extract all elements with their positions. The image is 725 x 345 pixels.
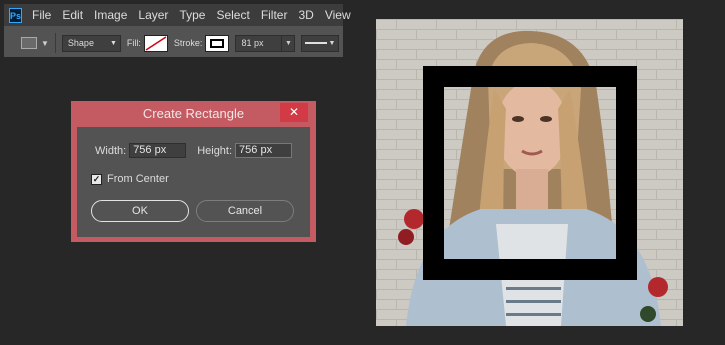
width-label: Width: bbox=[95, 144, 127, 157]
chevron-down-icon[interactable]: ▼ bbox=[282, 34, 296, 52]
ok-button[interactable]: OK bbox=[91, 200, 189, 222]
menu-filter[interactable]: Filter bbox=[261, 8, 288, 22]
tool-mode-value: Shape bbox=[67, 38, 94, 48]
photoshop-toolbar: Ps File Edit Image Layer Type Select Fil… bbox=[4, 4, 351, 57]
divider bbox=[54, 33, 56, 53]
menu-bar: Ps File Edit Image Layer Type Select Fil… bbox=[4, 4, 351, 26]
create-rectangle-dialog: Create Rectangle ✕ Width: 756 px Height:… bbox=[71, 101, 316, 242]
rectangle-tool-icon[interactable] bbox=[21, 37, 37, 49]
chevron-down-icon[interactable]: ▼ bbox=[41, 39, 49, 48]
no-fill-icon bbox=[145, 35, 167, 51]
height-label: Height: bbox=[197, 144, 233, 157]
menu-3d[interactable]: 3D bbox=[298, 8, 313, 22]
menu-select[interactable]: Select bbox=[216, 8, 249, 22]
menu-file[interactable]: File bbox=[32, 8, 51, 22]
cancel-button[interactable]: Cancel bbox=[196, 200, 294, 222]
chevron-down-icon: ▼ bbox=[328, 39, 336, 47]
rectangle-shape-stroke[interactable] bbox=[423, 66, 637, 280]
document-canvas[interactable] bbox=[376, 19, 683, 326]
menu-image[interactable]: Image bbox=[94, 8, 127, 22]
photoshop-logo-icon: Ps bbox=[9, 7, 23, 23]
menu-type[interactable]: Type bbox=[179, 8, 205, 22]
menu-edit[interactable]: Edit bbox=[62, 8, 83, 22]
tool-mode-select[interactable]: Shape ▼ bbox=[61, 34, 121, 52]
stroke-width-input[interactable]: 81 px bbox=[235, 34, 283, 52]
width-input[interactable]: 756 px bbox=[129, 143, 187, 158]
stroke-label: Stroke: bbox=[173, 38, 203, 48]
from-center-label[interactable]: From Center bbox=[107, 173, 169, 185]
fill-swatch[interactable] bbox=[143, 34, 168, 52]
menu-view[interactable]: View bbox=[325, 8, 351, 22]
close-icon[interactable]: ✕ bbox=[280, 103, 308, 122]
height-input[interactable]: 756 px bbox=[235, 143, 293, 158]
stroke-swatch[interactable] bbox=[205, 34, 230, 52]
stroke-color-icon bbox=[210, 38, 225, 48]
chevron-down-icon: ▼ bbox=[109, 39, 117, 47]
stroke-style-select[interactable]: ▼ bbox=[301, 34, 340, 52]
options-bar: ▼ Shape ▼ Fill: Stroke: 81 px ▼ ▼ bbox=[4, 29, 343, 57]
from-center-row: ✓ From Center bbox=[91, 173, 169, 185]
dimension-row: Width: 756 px Height: 756 px bbox=[95, 143, 293, 158]
dialog-body: Width: 756 px Height: 756 px ✓ From Cent… bbox=[77, 127, 310, 237]
stroke-style-icon bbox=[305, 42, 328, 44]
menu-layer[interactable]: Layer bbox=[138, 8, 168, 22]
from-center-checkbox[interactable]: ✓ bbox=[91, 173, 102, 185]
fill-label: Fill: bbox=[126, 38, 141, 48]
